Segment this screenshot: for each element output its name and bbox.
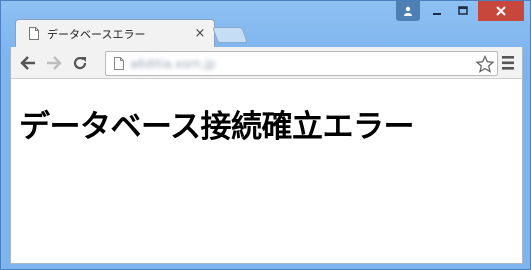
close-button[interactable]: [478, 1, 524, 21]
new-tab-button[interactable]: [212, 27, 248, 43]
user-icon[interactable]: [396, 1, 420, 21]
minimize-button[interactable]: [424, 1, 450, 21]
tab-title: データベースエラー: [47, 27, 146, 41]
page-content: データベース接続確立エラー: [10, 79, 523, 264]
forward-arrow-icon: [47, 55, 62, 70]
reload-icon: [73, 56, 87, 69]
page-icon: [114, 57, 124, 70]
maximize-button[interactable]: [450, 1, 476, 21]
page-icon: [29, 27, 39, 40]
minimize-icon: [433, 13, 441, 15]
hamburger-menu-icon[interactable]: [500, 54, 516, 72]
address-bar[interactable]: a6ditia.xsrn.jp: [105, 51, 498, 76]
tab-close-icon[interactable]: ×: [193, 26, 207, 41]
close-icon: [496, 6, 506, 16]
forward-button[interactable]: [41, 50, 67, 76]
tab-active[interactable]: データベースエラー ×: [25, 19, 209, 48]
url-text: a6ditia.xsrn.jp: [130, 56, 216, 71]
back-arrow-icon: [20, 55, 35, 70]
back-button[interactable]: [15, 50, 41, 76]
page-heading: データベース接続確立エラー: [19, 109, 414, 145]
star-icon[interactable]: [475, 55, 495, 73]
browser-window: データベースエラー × a6ditia.xsrn.jp データベース接続確立エラ…: [0, 0, 531, 270]
window-controls: [424, 1, 524, 23]
reload-button[interactable]: [67, 50, 93, 76]
toolbar: a6ditia.xsrn.jp: [10, 47, 523, 79]
maximize-icon: [458, 6, 468, 15]
